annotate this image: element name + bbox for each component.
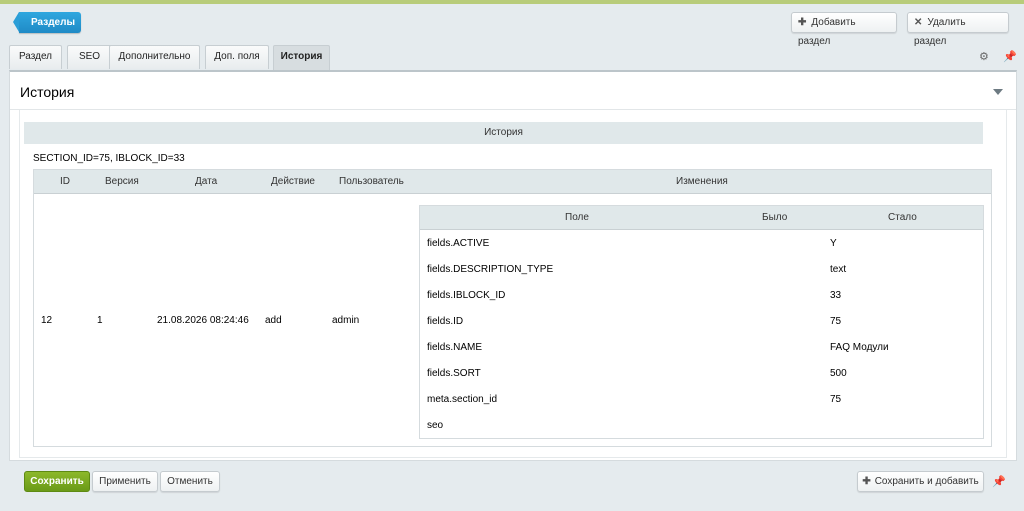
row-action: add — [265, 315, 282, 326]
history-panel: История История SECTION_ID=75, IBLOCK_ID… — [9, 70, 1017, 461]
change-row: fields.ACTIVE Y — [420, 231, 983, 257]
change-became: 500 — [830, 368, 847, 379]
plus-icon: ✚ — [798, 17, 807, 28]
change-row: fields.ID 75 — [420, 309, 983, 335]
change-became: 75 — [830, 316, 842, 327]
plus-icon: ✚ — [862, 476, 871, 487]
change-field: fields.DESCRIPTION_TYPE — [427, 264, 554, 275]
top-toolbar: Разделы ✚ Добавить раздел ✕ Удалить раздел — [0, 4, 1024, 47]
change-row: fields.DESCRIPTION_TYPE text — [420, 257, 983, 283]
change-field: fields.SORT — [427, 368, 481, 379]
cancel-button[interactable]: Отменить — [160, 471, 220, 492]
change-field: meta.section_id — [427, 394, 498, 405]
change-became: text — [830, 264, 847, 275]
change-row: seo — [420, 413, 983, 439]
changes-table: Поле Было Стало fields.ACTIVE Y fields.D… — [419, 205, 984, 439]
change-became: FAQ Модули — [830, 342, 889, 353]
row-id: 12 — [41, 315, 53, 326]
change-field: fields.NAME — [427, 342, 483, 353]
add-section-button[interactable]: ✚ Добавить раздел — [791, 12, 897, 47]
section-info: SECTION_ID=75, IBLOCK_ID=33 — [33, 153, 185, 164]
col-field: Поле — [565, 212, 589, 223]
row-version: 1 — [97, 315, 103, 326]
collapse-arrow-icon[interactable] — [993, 89, 1003, 95]
history-table-header: ID Версия Дата Действие Пользователь Изм… — [34, 170, 991, 194]
change-field: fields.ACTIVE — [427, 238, 490, 249]
col-user: Пользователь — [339, 176, 404, 187]
tab-history[interactable]: История — [273, 45, 330, 70]
tab-extra-fields[interactable]: Доп. поля — [205, 45, 269, 69]
change-field: fields.ID — [427, 316, 464, 327]
save-and-add-label: Сохранить и добавить — [874, 476, 979, 487]
change-row: meta.section_id 75 — [420, 387, 983, 413]
save-and-add-button[interactable]: ✚ Сохранить и добавить — [857, 471, 984, 492]
change-row: fields.NAME FAQ Модули — [420, 335, 983, 361]
changes-table-header: Поле Было Стало — [420, 206, 983, 230]
delete-section-button[interactable]: ✕ Удалить раздел — [907, 12, 1009, 47]
form-footer: Сохранить Применить Отменить ✚ Сохранить … — [9, 461, 1017, 501]
gear-icon[interactable]: ⚙ — [979, 50, 989, 63]
pin-icon[interactable]: 📌 — [992, 475, 1006, 488]
change-became: Y — [830, 238, 837, 249]
save-button[interactable]: Сохранить — [24, 471, 90, 492]
row-date: 21.08.2026 08:24:46 — [157, 315, 249, 326]
add-section-label: Добавить раздел — [798, 17, 856, 47]
tab-section[interactable]: Раздел — [9, 45, 62, 69]
history-table: ID Версия Дата Действие Пользователь Изм… — [33, 169, 992, 447]
tab-additional[interactable]: Дополнительно — [109, 45, 200, 69]
section-header: История — [24, 122, 983, 144]
apply-button[interactable]: Применить — [92, 471, 158, 492]
change-row: fields.SORT 500 — [420, 361, 983, 387]
col-was: Было — [762, 212, 788, 223]
col-date: Дата — [195, 176, 218, 187]
pin-icon[interactable]: 📌 — [1003, 50, 1017, 63]
close-icon: ✕ — [914, 17, 923, 28]
change-row: fields.IBLOCK_ID 33 — [420, 283, 983, 309]
change-field: seo — [427, 420, 444, 431]
back-to-sections-button[interactable]: Разделы — [13, 12, 81, 33]
change-field: fields.IBLOCK_ID — [427, 290, 506, 301]
col-changes: Изменения — [676, 176, 728, 187]
col-version: Версия — [105, 176, 139, 187]
row-user: admin — [332, 315, 360, 326]
change-became: 75 — [830, 394, 842, 405]
change-became: 33 — [830, 290, 842, 301]
col-id: ID — [60, 176, 70, 187]
col-action: Действие — [271, 176, 315, 187]
panel-title: История — [20, 84, 75, 100]
col-became: Стало — [888, 212, 917, 223]
tab-seo[interactable]: SEO — [67, 45, 112, 69]
